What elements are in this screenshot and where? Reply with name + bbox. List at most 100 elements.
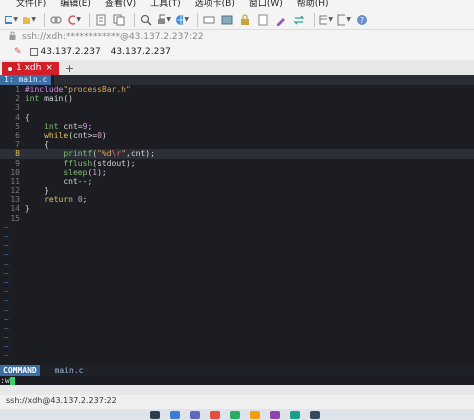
menu-window[interactable]: 窗口(W) <box>249 0 283 9</box>
terminal[interactable]: 1: main.c 1 #include"processBar.h" 2 int… <box>0 75 474 385</box>
tilde-line: ~ <box>4 277 9 287</box>
session-tabs: 1 xdh × + <box>0 60 474 75</box>
pin-icon[interactable]: ✎ <box>14 47 22 57</box>
toolbar: ▼ ▼ ▼ ▼ ▼ ▼ ▼ ? <box>0 10 474 30</box>
taskbar-app-icon[interactable] <box>230 410 240 419</box>
vim-cmdline[interactable]: :w <box>0 376 474 385</box>
toolbar-divider <box>44 12 45 27</box>
toolbar-divider <box>134 12 135 27</box>
code-line: 3 <box>15 103 20 113</box>
fullscreen-icon[interactable]: ▼ <box>337 13 351 27</box>
text-cursor <box>9 376 15 385</box>
tab-xdh[interactable]: 1 xdh × <box>2 62 59 75</box>
vim-tabline: 1: main.c <box>0 75 474 85</box>
tilde-line: ~ <box>4 250 9 260</box>
vim-tab-main[interactable]: 1: main.c <box>0 75 52 85</box>
code-line: 12 } <box>10 186 49 196</box>
session-bar: ✎ 43.137.2.237 43.137.2.237 <box>0 44 474 61</box>
tab-dot-icon <box>8 66 12 71</box>
menu-tools[interactable]: 工具(T) <box>150 0 181 9</box>
script-icon[interactable] <box>256 13 270 27</box>
link-icon[interactable] <box>49 13 63 27</box>
close-icon[interactable]: × <box>45 62 53 75</box>
taskbar-app-icon[interactable] <box>170 410 180 419</box>
address-bar[interactable]: ssh://xdh:************@43.137.2.237:22 <box>0 30 474 44</box>
menu-help[interactable]: 帮助(H) <box>297 0 329 9</box>
code-line: 6 while(cnt>=0) <box>15 130 107 140</box>
vim-statusline: COMMAND main.c <box>0 365 474 376</box>
session-link-icon[interactable] <box>29 48 38 56</box>
menu-file[interactable]: 文件(F) <box>16 0 46 9</box>
transfer-icon[interactable] <box>292 13 306 27</box>
search-icon[interactable] <box>139 13 153 27</box>
menu-tabs[interactable]: 选项卡(B) <box>195 0 235 9</box>
open-folder-icon[interactable]: ▼ <box>22 13 36 27</box>
scroll-strip <box>0 385 474 395</box>
code-line: 1 #include"processBar.h" <box>15 85 131 94</box>
lock-icon <box>8 31 18 43</box>
code-line-current: 8 printf("%d\r",cnt); <box>0 149 474 159</box>
tilde-line: ~ <box>4 268 9 278</box>
layout-icon[interactable]: ▼ <box>319 13 333 27</box>
empty-buffer-lines: ~ ~ ~ ~ ~ ~ ~ ~ ~ ~ ~ ~ ~ ~ ~ <box>0 223 474 361</box>
code-line: 15 <box>10 213 20 223</box>
tilde-line: ~ <box>4 232 9 241</box>
taskbar-app-icon[interactable] <box>190 410 200 419</box>
tilde-line: ~ <box>4 296 9 306</box>
tilde-line: ~ <box>4 323 9 333</box>
status-text: ssh://xdh@43.137.2.237:22 <box>6 396 117 405</box>
tilde-line: ~ <box>4 241 9 251</box>
tilde-line: ~ <box>4 305 9 315</box>
new-session-icon[interactable]: ▼ <box>4 13 18 27</box>
print-icon[interactable]: ▼ <box>157 13 171 27</box>
code-line: 7 { <box>15 140 49 150</box>
help-icon[interactable]: ? <box>355 13 369 27</box>
disconnect-icon[interactable]: ▼ <box>67 13 81 27</box>
code-line: 4 { <box>15 112 30 122</box>
add-tab-button[interactable]: + <box>65 62 74 75</box>
menu-bar: 文件(F) 编辑(E) 查看(V) 工具(T) 选项卡(B) 窗口(W) 帮助(H) <box>0 0 474 10</box>
tilde-line: ~ <box>4 222 9 232</box>
taskbar <box>0 409 474 420</box>
taskbar-app-icon[interactable] <box>210 410 220 419</box>
taskbar-app-icon[interactable] <box>250 410 260 419</box>
taskbar-app-icon[interactable] <box>310 410 320 419</box>
svg-text:?: ? <box>360 16 364 25</box>
taskbar-app-icon[interactable] <box>150 410 160 419</box>
vim-filename: main.c <box>54 366 84 375</box>
code-line: 10 sleep(1); <box>10 167 107 177</box>
code-line: 9 fflush(stdout); <box>15 158 136 168</box>
code-line: 13 return 0; <box>10 195 88 205</box>
session-link-secondary[interactable]: 43.137.2.237 <box>111 47 171 57</box>
menu-edit[interactable]: 编辑(E) <box>60 0 91 9</box>
tilde-line: ~ <box>4 314 9 324</box>
pen-icon[interactable] <box>274 13 288 27</box>
copy-icon[interactable] <box>112 13 126 27</box>
globe-icon[interactable]: ▼ <box>175 13 189 27</box>
toolbar-divider <box>314 12 315 27</box>
compose-icon[interactable] <box>220 13 234 27</box>
toolbar-divider <box>89 12 90 27</box>
status-bar: ssh://xdh@43.137.2.237:22 <box>0 395 474 407</box>
menu-view[interactable]: 查看(V) <box>105 0 136 9</box>
tilde-line: ~ <box>4 287 9 297</box>
tilde-line: ~ <box>4 342 9 352</box>
toolbar-divider <box>197 12 198 27</box>
tilde-line: ~ <box>4 351 9 361</box>
taskbar-app-icon[interactable] <box>270 410 280 419</box>
vim-command: :w <box>0 376 10 385</box>
properties-icon[interactable] <box>94 13 108 27</box>
keyboard-icon[interactable] <box>202 13 216 27</box>
taskbar-app-icon[interactable] <box>290 410 300 419</box>
address-text: ssh://xdh:************@43.137.2.237:22 <box>22 32 204 42</box>
code-line: 5 int cnt=9; <box>15 121 93 131</box>
tilde-line: ~ <box>4 259 9 269</box>
code-line: 14 } <box>10 204 30 214</box>
code-line: 2 int main() <box>15 94 73 104</box>
vim-mode: COMMAND <box>0 365 40 376</box>
lock-toolbar-icon[interactable] <box>238 13 252 27</box>
tab-label: 1 xdh <box>16 63 42 73</box>
code-line: 11 cnt--; <box>10 176 93 186</box>
tilde-line: ~ <box>4 333 9 343</box>
session-link[interactable]: 43.137.2.237 <box>41 47 101 57</box>
